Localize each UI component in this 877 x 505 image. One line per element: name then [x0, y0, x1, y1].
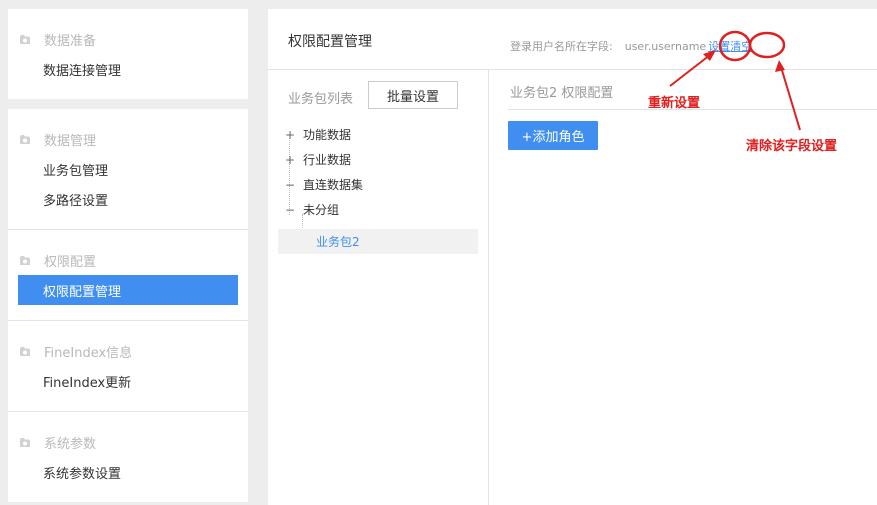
divider [8, 229, 248, 230]
divider [268, 69, 877, 70]
sidebar-panel-main: 数据管理 业务包管理 多路径设置 权限配置 权限配置管理 FineIndex信息… [8, 109, 248, 502]
divider [8, 320, 248, 321]
sidebar-item-system-settings[interactable]: 系统参数设置 [18, 457, 238, 487]
add-role-button[interactable]: +添加角色 [508, 121, 598, 150]
group-title: 数据准备 [44, 33, 97, 49]
field-label: 登录用户名所在字段: [510, 40, 613, 53]
sidebar-panel-data-prep: 数据准备 数据连接管理 [8, 9, 248, 99]
set-link[interactable]: 设置 [708, 38, 730, 54]
tree-node[interactable]: − 未分组 [278, 197, 478, 222]
annotation-reset: 重新设置 [648, 96, 701, 111]
annotation-clear-field: 清除该字段设置 [746, 139, 838, 154]
sidebar-item-fineindex-update[interactable]: FineIndex更新 [18, 366, 238, 396]
tree-leaf-selected[interactable]: 业务包2 [278, 229, 478, 254]
field-value: user.username [624, 39, 707, 53]
cloud-folder-icon [18, 345, 32, 357]
divider [8, 411, 248, 412]
group-header-data-management: 数据管理 [18, 129, 96, 149]
group-header-system: 系统参数 [18, 432, 96, 452]
tree-node-label: 未分组 [303, 203, 340, 217]
vertical-divider [488, 70, 489, 505]
clear-link[interactable]: 清空 [730, 38, 752, 54]
sidebar-item-multipath[interactable]: 多路径设置 [18, 184, 238, 214]
collapse-toggle-icon[interactable]: − [283, 178, 297, 192]
sidebar-item-package-management[interactable]: 业务包管理 [18, 154, 238, 184]
package-list-label: 业务包列表 [288, 92, 354, 107]
cloud-folder-icon [18, 254, 32, 266]
cloud-folder-icon [18, 33, 32, 45]
tree-node-label: 直连数据集 [303, 178, 364, 192]
expand-toggle-icon[interactable]: + [283, 153, 297, 167]
tree-node-label: 行业数据 [303, 153, 352, 167]
group-title: 系统参数 [44, 436, 97, 452]
permission-config-title: 业务包2 权限配置 [510, 86, 614, 101]
cloud-folder-icon [18, 436, 32, 448]
group-title: 权限配置 [44, 254, 97, 270]
group-title: FineIndex信息 [44, 345, 133, 361]
tree-node[interactable]: − 直连数据集 [278, 172, 478, 197]
batch-settings-button[interactable]: 批量设置 [368, 81, 458, 109]
expand-toggle-icon[interactable]: + [283, 128, 297, 142]
group-header-fineindex: FineIndex信息 [18, 341, 132, 361]
sidebar-item-data-connection[interactable]: 数据连接管理 [18, 54, 238, 84]
group-header-data-prep: 数据准备 [18, 29, 96, 49]
tree-node[interactable]: + 行业数据 [278, 147, 478, 172]
group-title: 数据管理 [44, 133, 97, 149]
main-panel: 权限配置管理 登录用户名所在字段: user.username 设置 清空 业务… [268, 9, 877, 505]
cloud-folder-icon [18, 133, 32, 145]
tree-node-label: 业务包2 [316, 235, 360, 249]
tree-node[interactable]: + 功能数据 [278, 122, 478, 147]
group-header-permission: 权限配置 [18, 250, 96, 270]
login-field-info: 登录用户名所在字段: user.username 设置 清空 [510, 38, 752, 54]
page-title: 权限配置管理 [288, 34, 372, 50]
collapse-toggle-icon[interactable]: − [283, 203, 297, 217]
tree-node-label: 功能数据 [303, 128, 352, 142]
sidebar-item-permission-management[interactable]: 权限配置管理 [18, 275, 238, 305]
